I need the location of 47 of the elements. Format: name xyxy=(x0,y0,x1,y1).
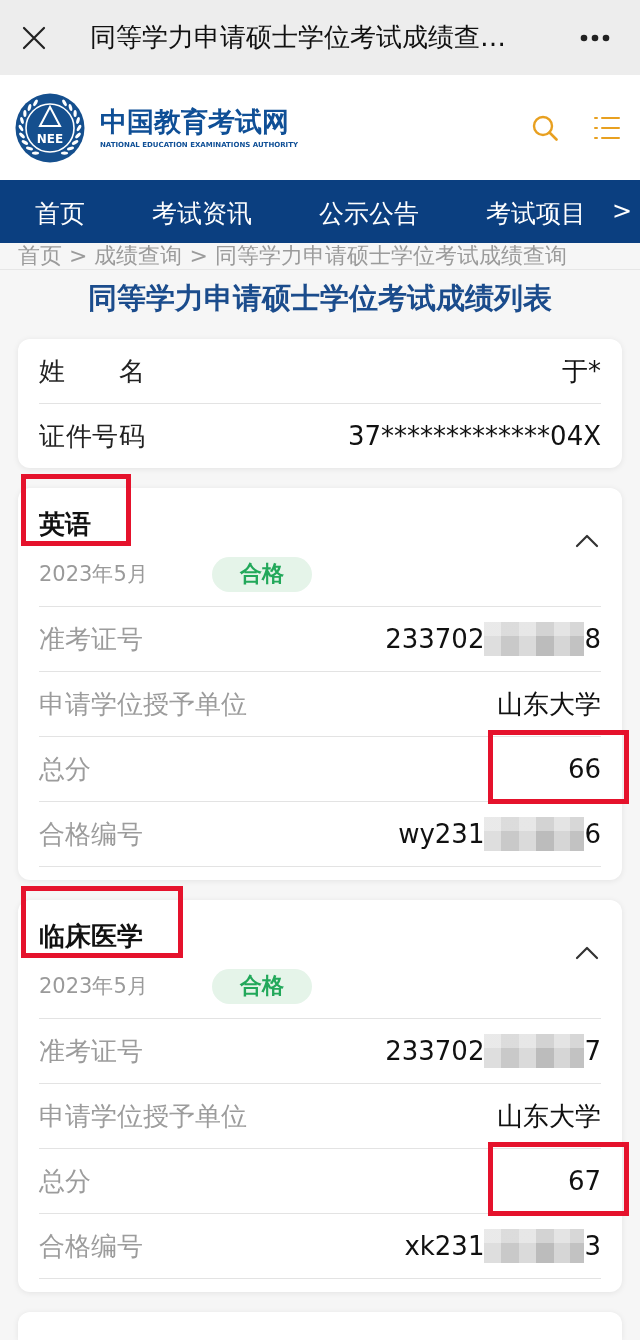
field-value-end: 8 xyxy=(584,623,601,656)
field-value: 233702 xyxy=(385,623,485,656)
field-value: 于* xyxy=(562,354,601,388)
breadcrumb-separator: > xyxy=(69,243,88,269)
field-value: 67 xyxy=(567,1165,601,1198)
field-value: wy231 xyxy=(398,818,485,851)
chevron-up-icon[interactable] xyxy=(575,946,599,960)
field-label: 准考证号 xyxy=(39,622,143,656)
field-label: 合格编号 xyxy=(39,1229,143,1263)
nav-tab[interactable]: 公示公告 xyxy=(319,180,419,243)
window-title: 同等学力申请硕士学位考试成绩查… xyxy=(90,21,506,54)
exam-date: 2023年5月 xyxy=(39,561,148,588)
logo-letters: NEE xyxy=(36,131,64,146)
field-label: 合格编号 xyxy=(39,817,143,851)
field-label: 总分 xyxy=(39,1164,91,1198)
field-value-end: 7 xyxy=(584,1035,601,1068)
field-value-end: 3 xyxy=(584,1230,601,1263)
nav-tab[interactable]: 考试资讯 xyxy=(152,180,252,243)
chevron-up-icon[interactable] xyxy=(575,534,599,548)
field-label: 证件号码 xyxy=(39,419,145,453)
close-icon[interactable] xyxy=(22,25,46,50)
field-label: 申请学位授予单位 xyxy=(39,1099,247,1133)
nav-tab[interactable]: 考试项目 xyxy=(486,180,586,243)
status-badge: 合格 xyxy=(211,968,312,1004)
breadcrumb-current: 同等学力申请硕士学位考试成绩查询 xyxy=(214,243,567,269)
field-value: xk231 xyxy=(404,1230,485,1263)
field-value-end: 6 xyxy=(584,818,601,851)
field-label: 姓名 xyxy=(39,354,145,388)
field-value: 233702 xyxy=(385,1035,485,1068)
subject-title: 临床医学 xyxy=(39,916,143,956)
exam-date: 2023年5月 xyxy=(39,973,148,1000)
field-value: 66 xyxy=(567,753,601,786)
field-value: 山东大学 xyxy=(497,1100,601,1133)
field-label: 申请学位授予单位 xyxy=(39,687,247,721)
field-label: 准考证号 xyxy=(39,1034,143,1068)
more-icon[interactable] xyxy=(580,33,610,42)
nav-tab[interactable]: 首页 xyxy=(35,180,85,243)
field-value: 37*************04X xyxy=(348,421,601,451)
field-value: 山东大学 xyxy=(497,688,601,721)
emblem-logo xyxy=(15,93,85,162)
site-name: 中国教育考试网 xyxy=(100,105,290,138)
status-badge: 合格 xyxy=(211,556,312,592)
nav-more-arrow[interactable]: > xyxy=(611,180,632,243)
subject-title: 英语 xyxy=(39,504,91,544)
page-title: 同等学力申请硕士学位考试成绩列表 xyxy=(88,280,552,317)
field-label: 总分 xyxy=(39,752,91,786)
breadcrumb-separator: > xyxy=(189,243,208,269)
